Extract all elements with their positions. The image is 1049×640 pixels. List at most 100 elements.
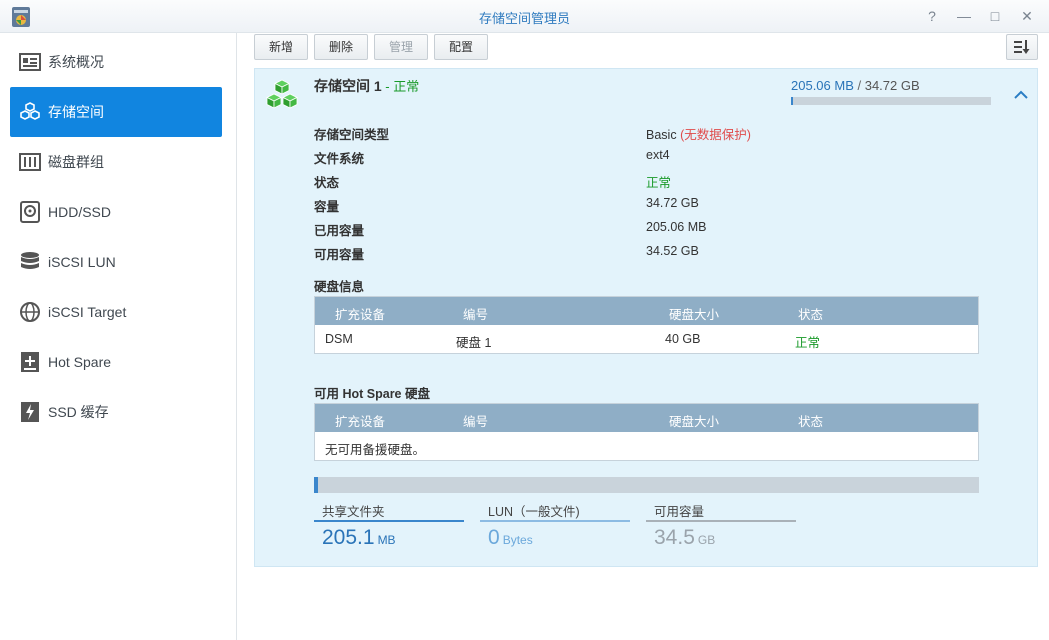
usage-separator: / bbox=[853, 78, 865, 93]
usage-bar-fill bbox=[791, 97, 793, 105]
manage-button[interactable]: 管理 bbox=[374, 34, 428, 60]
shared-folder-unit: MB bbox=[377, 533, 396, 547]
free-space-value: 34.5 GB bbox=[654, 526, 715, 550]
sidebar-item-ssd-cache[interactable]: SSD 缓存 bbox=[10, 387, 222, 437]
volume-dash: - bbox=[381, 79, 394, 94]
sidebar-item-hot-spare[interactable]: Hot Spare bbox=[10, 337, 222, 387]
sidebar-item-volume[interactable]: 存储空间 bbox=[10, 87, 222, 137]
status-label: 状态 bbox=[314, 176, 340, 190]
sidebar-item-iscsi-lun[interactable]: iSCSI LUN bbox=[10, 237, 222, 287]
sidebar-item-label: 存储空间 bbox=[48, 104, 104, 120]
usage-breakdown-fill bbox=[314, 477, 318, 493]
sort-button[interactable] bbox=[1006, 34, 1038, 60]
empty-message: 无可用备援硬盘。 bbox=[325, 443, 426, 457]
collapse-chevron-up-icon[interactable] bbox=[1010, 86, 1032, 104]
used-capacity-label: 已用容量 bbox=[314, 224, 365, 238]
hot-spare-table: 扩充设备 编号 硬盘大小 状态 无可用备援硬盘。 bbox=[314, 403, 979, 461]
used-capacity-value: 205.06 MB bbox=[646, 220, 707, 234]
sidebar: 系统概况 存储空间 磁盘群组 HDD/SSD iSCSI LUN iSCSI T… bbox=[0, 33, 237, 640]
sidebar-item-label: SSD 缓存 bbox=[48, 404, 109, 420]
table-cell: 40 GB bbox=[665, 332, 701, 346]
table-cell: DSM bbox=[325, 332, 353, 346]
sidebar-item-label: 系统概况 bbox=[48, 54, 104, 70]
available-capacity-value: 34.52 GB bbox=[646, 244, 699, 258]
sidebar-item-label: HDD/SSD bbox=[48, 204, 112, 220]
usage-summary: 205.06 MB / 34.72 GB bbox=[791, 78, 920, 93]
sidebar-item-label: iSCSI Target bbox=[48, 304, 127, 320]
disk-group-icon bbox=[18, 150, 42, 174]
volume-type-value: Basic (无数据保护) bbox=[646, 124, 751, 143]
sidebar-item-overview[interactable]: 系统概况 bbox=[10, 37, 222, 87]
close-button[interactable]: ✕ bbox=[1018, 7, 1036, 25]
usage-used: 205.06 MB bbox=[791, 78, 854, 93]
window-title: 存储空间管理员 bbox=[478, 11, 570, 26]
capacity-value: 34.72 GB bbox=[646, 196, 699, 210]
volume-status: 正常 bbox=[393, 79, 420, 94]
no-protection-note: (无数据保护) bbox=[680, 128, 751, 142]
shared-folder-label: 共享文件夹 bbox=[322, 505, 385, 519]
column-header[interactable]: 扩充设备 bbox=[335, 411, 385, 430]
free-space-label: 可用容量 bbox=[654, 505, 705, 519]
capacity-label: 容量 bbox=[314, 200, 340, 214]
volume-cubes-icon bbox=[266, 79, 298, 109]
disk-info-table: 扩充设备 编号 硬盘大小 状态 DSM 硬盘 1 40 GB 正常 bbox=[314, 296, 979, 354]
column-header[interactable]: 扩充设备 bbox=[335, 304, 385, 323]
sidebar-item-label: Hot Spare bbox=[48, 354, 112, 370]
column-header[interactable]: 硬盘大小 bbox=[669, 411, 719, 430]
create-button[interactable]: 新增 bbox=[254, 34, 308, 60]
overview-icon bbox=[18, 50, 42, 74]
hot-spare-title: 可用 Hot Spare 硬盘 bbox=[314, 387, 430, 401]
ssd-cache-icon bbox=[18, 400, 42, 424]
lun-value: 0 Bytes bbox=[488, 526, 533, 550]
usage-breakdown-bar bbox=[314, 477, 979, 493]
table-header: 扩充设备 编号 硬盘大小 状态 bbox=[315, 297, 978, 325]
maximize-button[interactable]: □ bbox=[986, 7, 1004, 25]
configure-button[interactable]: 配置 bbox=[434, 34, 488, 60]
hot-spare-icon bbox=[18, 350, 42, 374]
column-header[interactable]: 状态 bbox=[798, 304, 823, 323]
filesystem-value: ext4 bbox=[646, 148, 670, 162]
free-space-underline bbox=[646, 520, 796, 522]
sort-icon bbox=[1014, 40, 1030, 54]
empty-row: 无可用备援硬盘。 bbox=[315, 432, 978, 460]
lun-underline bbox=[480, 520, 630, 522]
lun-icon bbox=[18, 250, 42, 274]
volume-type-label: 存储空间类型 bbox=[314, 128, 390, 142]
free-space-unit: GB bbox=[697, 533, 716, 547]
sidebar-item-iscsi-target[interactable]: iSCSI Target bbox=[10, 287, 222, 337]
help-button[interactable]: ? bbox=[923, 7, 941, 25]
sidebar-item-hdd-ssd[interactable]: HDD/SSD bbox=[10, 187, 222, 237]
table-cell: 正常 bbox=[795, 336, 821, 350]
disk-info-title: 硬盘信息 bbox=[314, 280, 365, 294]
shared-folder-value: 205.1 MB bbox=[322, 526, 396, 550]
title-bar: 存储空间管理员 ? — □ ✕ bbox=[0, 0, 1049, 33]
column-header[interactable]: 硬盘大小 bbox=[669, 304, 719, 323]
sidebar-item-label: iSCSI LUN bbox=[48, 254, 116, 270]
hdd-icon bbox=[18, 200, 42, 224]
sidebar-item-label: 磁盘群组 bbox=[48, 154, 104, 170]
free-space-number: 34.5 bbox=[654, 526, 695, 549]
lun-number: 0 bbox=[488, 526, 500, 549]
volume-type: Basic bbox=[646, 128, 677, 142]
minimize-button[interactable]: — bbox=[955, 7, 973, 25]
table-row[interactable]: DSM 硬盘 1 40 GB 正常 bbox=[315, 325, 978, 353]
filesystem-label: 文件系统 bbox=[314, 152, 365, 166]
lun-unit: Bytes bbox=[502, 533, 533, 547]
column-header[interactable]: 编号 bbox=[463, 411, 488, 430]
lun-label: LUN（一般文件) bbox=[488, 505, 580, 519]
sidebar-item-disk-group[interactable]: 磁盘群组 bbox=[10, 137, 222, 187]
shared-folder-number: 205.1 bbox=[322, 526, 375, 549]
available-capacity-label: 可用容量 bbox=[314, 248, 365, 262]
usage-bar bbox=[791, 97, 991, 105]
column-header[interactable]: 状态 bbox=[798, 411, 823, 430]
volume-title: 存储空间 1 - 正常 bbox=[314, 76, 419, 96]
delete-button[interactable]: 删除 bbox=[314, 34, 368, 60]
table-header: 扩充设备 编号 硬盘大小 状态 bbox=[315, 404, 978, 432]
status-value: 正常 bbox=[646, 176, 672, 190]
target-icon bbox=[18, 300, 42, 324]
column-header[interactable]: 编号 bbox=[463, 304, 488, 323]
volume-icon bbox=[18, 100, 42, 124]
shared-folder-underline bbox=[314, 520, 464, 522]
usage-total: 34.72 GB bbox=[864, 78, 920, 93]
table-cell: 硬盘 1 bbox=[456, 336, 492, 350]
